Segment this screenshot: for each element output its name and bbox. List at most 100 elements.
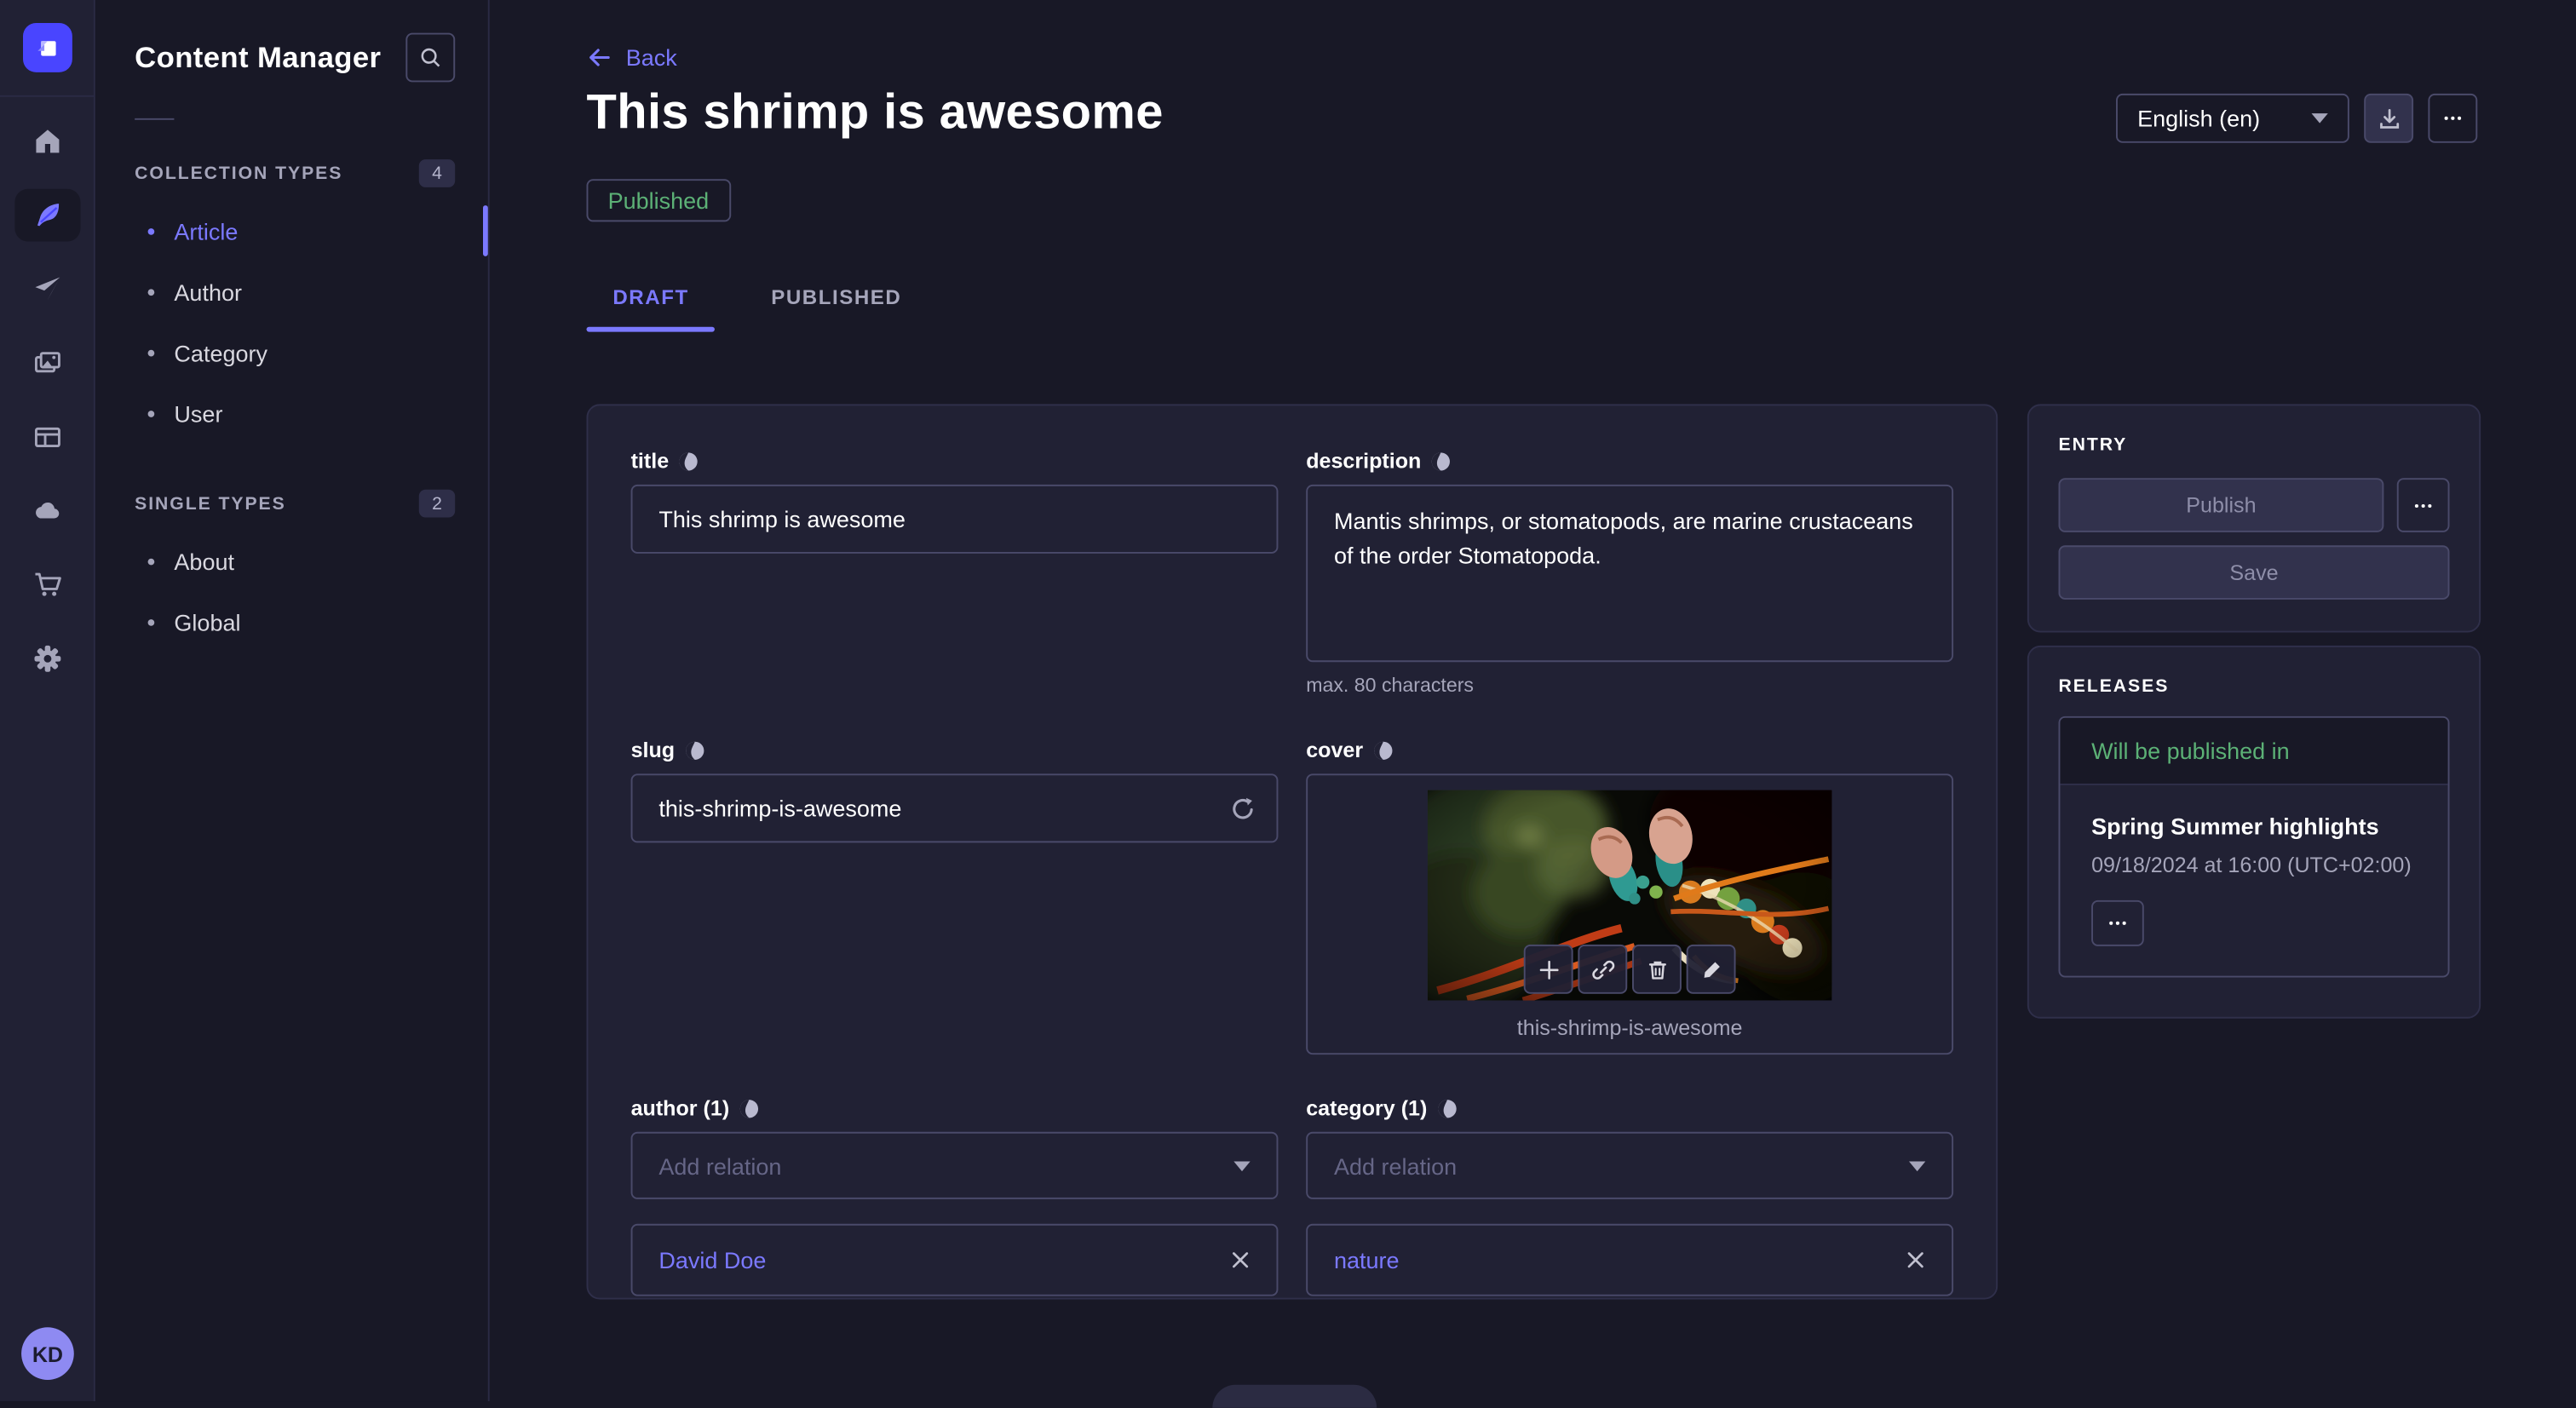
back-link[interactable]: Back	[586, 44, 676, 71]
chevron-down-icon	[1233, 1161, 1250, 1171]
releases-panel-title: RELEASES	[2058, 677, 2449, 697]
bullet-icon	[148, 618, 155, 625]
settings-icon[interactable]	[14, 632, 80, 685]
entry-more-button[interactable]	[2397, 478, 2450, 532]
strapi-admin: KD Content Manager COLLECTION TYPES 4 Ar…	[0, 0, 2576, 1401]
slug-input[interactable]	[631, 773, 1279, 842]
section-count-badge: 2	[419, 490, 455, 518]
relation-link[interactable]: David Doe	[658, 1247, 766, 1273]
description-textarea[interactable]: Mantis shrimps, or stomatopods, are mari…	[1306, 485, 1953, 662]
export-button[interactable]	[2364, 94, 2413, 143]
sidebar-item-about[interactable]: About	[95, 531, 488, 591]
globe-icon	[1431, 451, 1451, 470]
section-count-badge: 4	[419, 159, 455, 187]
category-relation-combobox[interactable]: Add relation	[1306, 1132, 1953, 1199]
rail-nav	[0, 115, 95, 685]
sidebar-item-author[interactable]: Author	[95, 261, 488, 322]
globe-icon	[685, 740, 704, 760]
tab-draft[interactable]: DRAFT	[586, 276, 715, 332]
content-manager-icon[interactable]	[14, 189, 80, 242]
publish-button[interactable]: Publish	[2058, 478, 2383, 532]
release-datetime: 09/18/2024 at 16:00 (UTC+02:00)	[2091, 853, 2417, 877]
plus-icon	[1536, 957, 1561, 981]
sidebar-item-user[interactable]: User	[95, 382, 488, 443]
relation-link[interactable]: nature	[1334, 1247, 1400, 1273]
more-icon	[2440, 105, 2466, 131]
delete-media-button[interactable]	[1632, 945, 1682, 994]
rail-divider	[0, 95, 95, 97]
chevron-down-icon	[1909, 1161, 1925, 1171]
edit-media-button[interactable]	[1687, 945, 1736, 994]
bullet-icon	[148, 227, 155, 234]
sidebar-item-global[interactable]: Global	[95, 591, 488, 652]
field-label: description	[1306, 448, 1421, 473]
back-arrow-icon	[586, 44, 612, 71]
sidebar-item-label: User	[174, 400, 222, 427]
releases-panel: RELEASES Will be published in Spring Sum…	[2027, 646, 2481, 1019]
cover-caption: this-shrimp-is-awesome	[1308, 1015, 1952, 1040]
author-relation-combobox[interactable]: Add relation	[631, 1132, 1279, 1199]
search-button[interactable]	[405, 33, 455, 83]
remove-category-button[interactable]	[1906, 1250, 1925, 1270]
section-label: COLLECTION TYPES	[135, 164, 342, 183]
field-label: category (1)	[1306, 1095, 1427, 1120]
media-library-icon[interactable]	[14, 336, 80, 389]
combobox-placeholder: Add relation	[658, 1152, 781, 1179]
sidebar-item-article[interactable]: Article	[95, 200, 488, 261]
author-relation-item: David Doe	[631, 1224, 1279, 1296]
floating-widget-partial[interactable]	[1212, 1385, 1377, 1408]
collection-types-section: COLLECTION TYPES 4 Article Author Catego…	[95, 159, 488, 444]
content-manager-sidebar: Content Manager COLLECTION TYPES 4 Artic…	[95, 0, 490, 1401]
entry-panel: ENTRY Publish Save	[2027, 404, 2481, 632]
copy-link-button[interactable]	[1578, 945, 1627, 994]
edit-form-card: title description Mantis shr	[586, 404, 1998, 1299]
more-icon	[2104, 910, 2130, 936]
release-name: Spring Summer highlights	[2091, 813, 2417, 840]
sidebar-divider	[135, 118, 174, 120]
header-more-button[interactable]	[2428, 94, 2477, 143]
title-input[interactable]	[631, 485, 1279, 554]
search-icon	[419, 46, 442, 69]
marketplace-icon[interactable]	[14, 559, 80, 612]
locale-select[interactable]: English (en)	[2116, 94, 2349, 143]
save-button[interactable]: Save	[2058, 545, 2449, 600]
tab-published[interactable]: PUBLISHED	[745, 276, 928, 332]
locale-value: English (en)	[2137, 105, 2260, 131]
regenerate-slug-button[interactable]	[1226, 792, 1259, 825]
globe-icon	[679, 451, 699, 470]
release-status-banner: Will be published in	[2060, 718, 2447, 785]
sidebar-item-label: Article	[174, 218, 238, 244]
add-media-button[interactable]	[1524, 945, 1573, 994]
entry-panel-title: ENTRY	[2058, 435, 2449, 455]
sidebar-item-label: Author	[174, 279, 242, 305]
sidebar-item-label: About	[174, 548, 234, 574]
bullet-icon	[148, 558, 155, 565]
sidebar-title: Content Manager	[135, 40, 381, 74]
sidebar-item-label: Category	[174, 339, 267, 365]
more-icon	[2410, 492, 2436, 519]
cover-field: cover	[1306, 738, 1953, 1055]
releases-icon[interactable]	[14, 263, 80, 316]
category-relation-item: nature	[1306, 1224, 1953, 1296]
content-type-builder-icon[interactable]	[14, 411, 80, 463]
slug-field: slug	[631, 738, 1279, 1055]
deploy-icon[interactable]	[14, 485, 80, 537]
strapi-logo[interactable]	[23, 23, 72, 72]
section-label: SINGLE TYPES	[135, 494, 286, 514]
close-icon	[1906, 1250, 1925, 1270]
strapi-logo-icon	[33, 33, 63, 63]
page-title: This shrimp is awesome	[586, 85, 1163, 141]
release-card: Will be published in Spring Summer highl…	[2058, 716, 2449, 978]
globe-icon	[739, 1098, 759, 1118]
sidebar-item-category[interactable]: Category	[95, 322, 488, 382]
cover-actions	[1524, 945, 1736, 994]
title-field: title	[631, 448, 1279, 696]
bullet-icon	[148, 288, 155, 295]
home-icon[interactable]	[14, 115, 80, 168]
user-avatar[interactable]: KD	[21, 1327, 74, 1380]
combobox-placeholder: Add relation	[1334, 1152, 1457, 1179]
remove-author-button[interactable]	[1230, 1250, 1250, 1270]
field-label: cover	[1306, 738, 1363, 762]
release-more-button[interactable]	[2091, 900, 2144, 946]
chevron-down-icon	[2311, 113, 2327, 124]
